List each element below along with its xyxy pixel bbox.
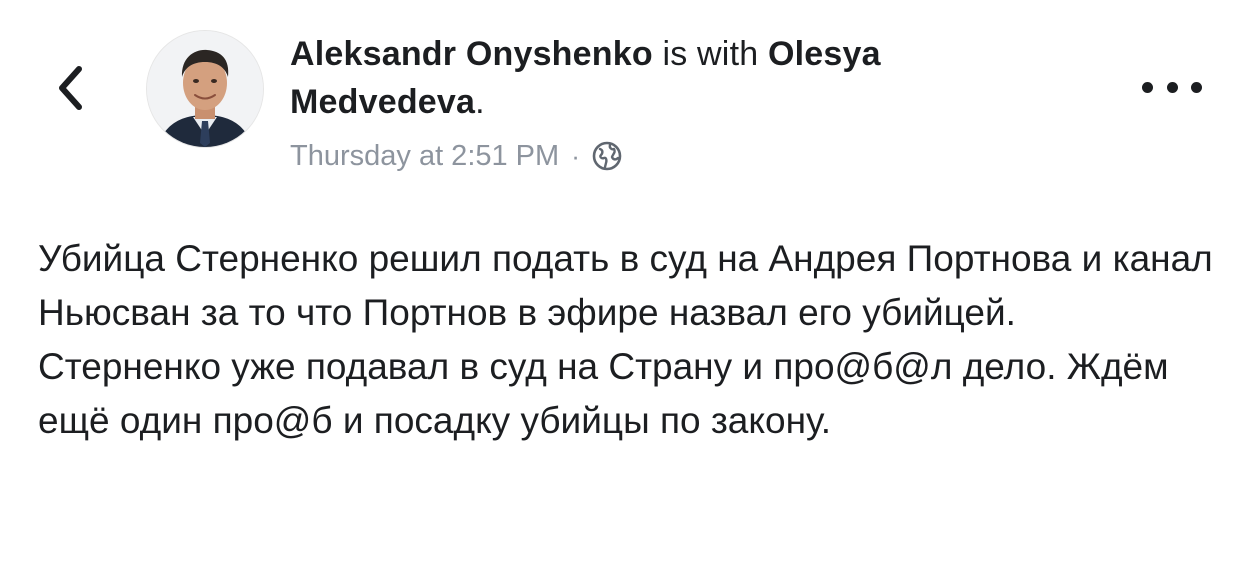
header-line-2: Medvedeva. — [290, 78, 1090, 126]
tagged-person[interactable]: Olesya — [768, 35, 881, 73]
header-line-1: Aleksandr Onyshenko is with Olesya — [290, 30, 1090, 78]
post-meta: Thursday at 2:51 PM · — [290, 136, 624, 176]
more-dot-1 — [1142, 81, 1153, 93]
header-period: . — [475, 83, 485, 121]
tagged-person-surname[interactable]: Medvedeva — [290, 83, 475, 121]
chevron-left-icon — [59, 66, 82, 110]
globe-icon[interactable] — [590, 139, 624, 173]
more-options-button[interactable] — [1142, 72, 1202, 102]
post-paragraph-2: Стерненко уже подавал в суд на Страну и … — [38, 346, 1169, 441]
meta-separator: · — [571, 140, 580, 171]
post-paragraph-1: Убийца Стерненко решил подать в суд на А… — [38, 238, 1213, 333]
author-name[interactable]: Aleksandr Onyshenko — [290, 35, 653, 73]
more-dot-2 — [1166, 81, 1178, 93]
post-timestamp[interactable]: Thursday at 2:51 PM — [290, 140, 559, 173]
avatar[interactable] — [146, 30, 264, 148]
post-header: Aleksandr Onyshenko is with Olesya Medve… — [290, 30, 1090, 126]
more-dot-3 — [1191, 81, 1202, 93]
with-text: is with — [652, 35, 768, 73]
back-button[interactable] — [48, 58, 92, 118]
post-body: Убийца Стерненко решил подать в суд на А… — [38, 232, 1218, 448]
avatar-photo — [147, 31, 263, 147]
